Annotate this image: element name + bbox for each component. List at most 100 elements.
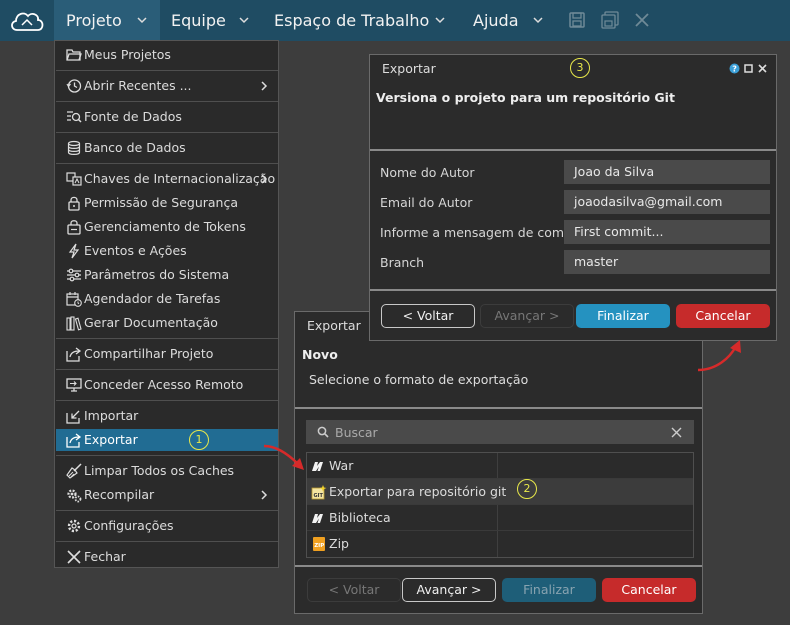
clear-search-icon[interactable] (671, 427, 682, 438)
database-icon (67, 140, 81, 155)
menu-item-abrir-recentes[interactable]: Abrir Recentes ... (56, 75, 278, 97)
menu-item-label: Conceder Acesso Remoto (84, 377, 244, 392)
menu-item-label: Parâmetros do Sistema (84, 267, 230, 282)
save-icon[interactable] (568, 11, 586, 29)
import-icon (66, 410, 80, 424)
branch-field[interactable]: master (564, 250, 770, 274)
git-export-dialog: Exportar ? Versiona o projeto para um re… (369, 54, 777, 341)
save-all-icon[interactable] (601, 11, 619, 29)
menu-item-label: Importar (84, 408, 139, 423)
menu-ajuda-label: Ajuda (473, 11, 519, 30)
gear-icon (67, 519, 81, 533)
menu-ajuda[interactable]: Ajuda (462, 0, 554, 41)
menu-item-gerar-documentacao[interactable]: Gerar Documentação (56, 312, 278, 334)
menu-item-configuracoes[interactable]: Configurações (56, 515, 278, 537)
help-icon[interactable]: ? (729, 63, 740, 74)
m-logo-icon (312, 462, 323, 471)
step-marker-2: 2 (517, 479, 537, 499)
remote-desktop-icon (66, 378, 82, 392)
menu-espaco-de-trabalho[interactable]: Espaço de Trabalho (262, 0, 462, 41)
menu-projeto[interactable]: Projeto (54, 0, 160, 41)
back-button[interactable]: < Voltar (307, 578, 401, 602)
menu-item-gerenciamento-tokens[interactable]: Gerenciamento de Tokens (56, 216, 278, 238)
menu-item-conceder-acesso-remoto[interactable]: Conceder Acesso Remoto (56, 374, 278, 396)
menu-separator (56, 101, 278, 102)
menu-item-label: Fechar (84, 549, 126, 564)
export-icon (66, 433, 82, 448)
cancel-button[interactable]: Cancelar (602, 578, 696, 602)
cancel-button[interactable]: Cancelar (676, 304, 770, 328)
step-marker-1: 1 (189, 430, 209, 450)
author-name-field[interactable]: Joao da Silva (564, 160, 770, 184)
chevron-right-icon (261, 490, 268, 500)
menu-separator (56, 338, 278, 339)
divider (295, 565, 702, 567)
dialog-title: Exportar (382, 61, 436, 76)
menu-item-limpar-caches[interactable]: Limpar Todos os Caches (56, 460, 278, 482)
author-email-label: Email do Autor (380, 195, 473, 210)
menu-item-chaves-internacionalizacao[interactable]: Chaves de Internacionalização (56, 168, 278, 190)
list-item-git[interactable]: GIT Exportar para repositório git (307, 479, 693, 504)
finish-button[interactable]: Finalizar (502, 578, 596, 602)
back-button[interactable]: < Voltar (381, 304, 475, 328)
search-icon (317, 426, 329, 438)
lock-icon (68, 196, 80, 211)
menu-item-compartilhar-projeto[interactable]: Compartilhar Projeto (56, 343, 278, 365)
divider (370, 289, 776, 291)
list-item-war[interactable]: War (307, 453, 693, 478)
calendar-clock-icon (66, 292, 82, 307)
chevron-down-icon (435, 17, 445, 24)
menu-item-parametros-sistema[interactable]: Parâmetros do Sistema (56, 264, 278, 286)
menu-item-importar[interactable]: Importar (56, 405, 278, 427)
chevron-down-icon (533, 17, 543, 24)
annotation-arrow-to-git-option (263, 444, 304, 470)
next-button[interactable]: Avançar > (402, 578, 496, 602)
list-item-zip[interactable]: ZIP Zip (307, 531, 693, 556)
menu-item-label: Chaves de Internacionalização (84, 171, 276, 186)
menu-separator (56, 369, 278, 370)
history-clock-icon (66, 79, 82, 93)
commit-message-field[interactable]: First commit... (564, 220, 770, 244)
next-button[interactable]: Avançar > (480, 304, 574, 328)
menu-item-meus-projetos[interactable]: Meus Projetos (56, 44, 278, 66)
step-marker-3: 3 (570, 58, 590, 78)
menu-item-banco-de-dados[interactable]: Banco de Dados (56, 137, 278, 159)
menu-item-label: Gerenciamento de Tokens (84, 219, 246, 234)
project-dropdown-menu: Meus Projetos Abrir Recentes ... Fonte d… (54, 40, 279, 568)
list-item-label: Zip (329, 536, 349, 551)
menu-equipe[interactable]: Equipe (160, 0, 256, 41)
finish-button[interactable]: Finalizar (576, 304, 670, 328)
share-icon (66, 347, 82, 362)
maximize-icon[interactable] (744, 64, 753, 73)
menu-item-fechar[interactable]: Fechar (56, 546, 278, 568)
menu-separator (56, 400, 278, 401)
author-name-label: Nome do Autor (380, 165, 475, 180)
search-input[interactable]: Buscar (306, 420, 694, 444)
list-item-biblioteca[interactable]: Biblioteca (307, 505, 693, 530)
author-email-field[interactable]: joaodasilva@gmail.com (564, 190, 770, 214)
books-icon (66, 316, 82, 331)
menu-item-label: Configurações (84, 518, 174, 533)
chevron-down-icon (239, 17, 249, 24)
menu-item-exportar[interactable]: Exportar (56, 429, 278, 451)
cloud-logo-icon[interactable] (8, 6, 46, 34)
menu-item-label: Exportar (84, 432, 138, 447)
dialog-title: Exportar (307, 318, 361, 333)
menu-item-recompilar[interactable]: Recompilar (56, 484, 278, 506)
svg-text:ZIP: ZIP (314, 543, 324, 549)
sliders-icon (67, 268, 81, 282)
list-item-label: War (329, 458, 354, 473)
branch-label: Branch (380, 255, 425, 270)
menu-item-eventos-acoes[interactable]: Eventos e Ações (56, 240, 278, 262)
close-icon[interactable] (758, 64, 767, 73)
menu-item-permissao-seguranca[interactable]: Permissão de Segurança (56, 192, 278, 214)
chevron-right-icon (261, 81, 268, 91)
chevron-down-icon (137, 17, 147, 24)
menu-separator (56, 163, 278, 164)
menu-item-label: Banco de Dados (84, 140, 186, 155)
menu-item-agendador-tarefas[interactable]: Agendador de Tarefas (56, 288, 278, 310)
close-icon[interactable] (633, 11, 651, 29)
translate-icon (66, 172, 82, 186)
menu-item-fonte-de-dados[interactable]: Fonte de Dados (56, 106, 278, 128)
menu-separator (56, 132, 278, 133)
